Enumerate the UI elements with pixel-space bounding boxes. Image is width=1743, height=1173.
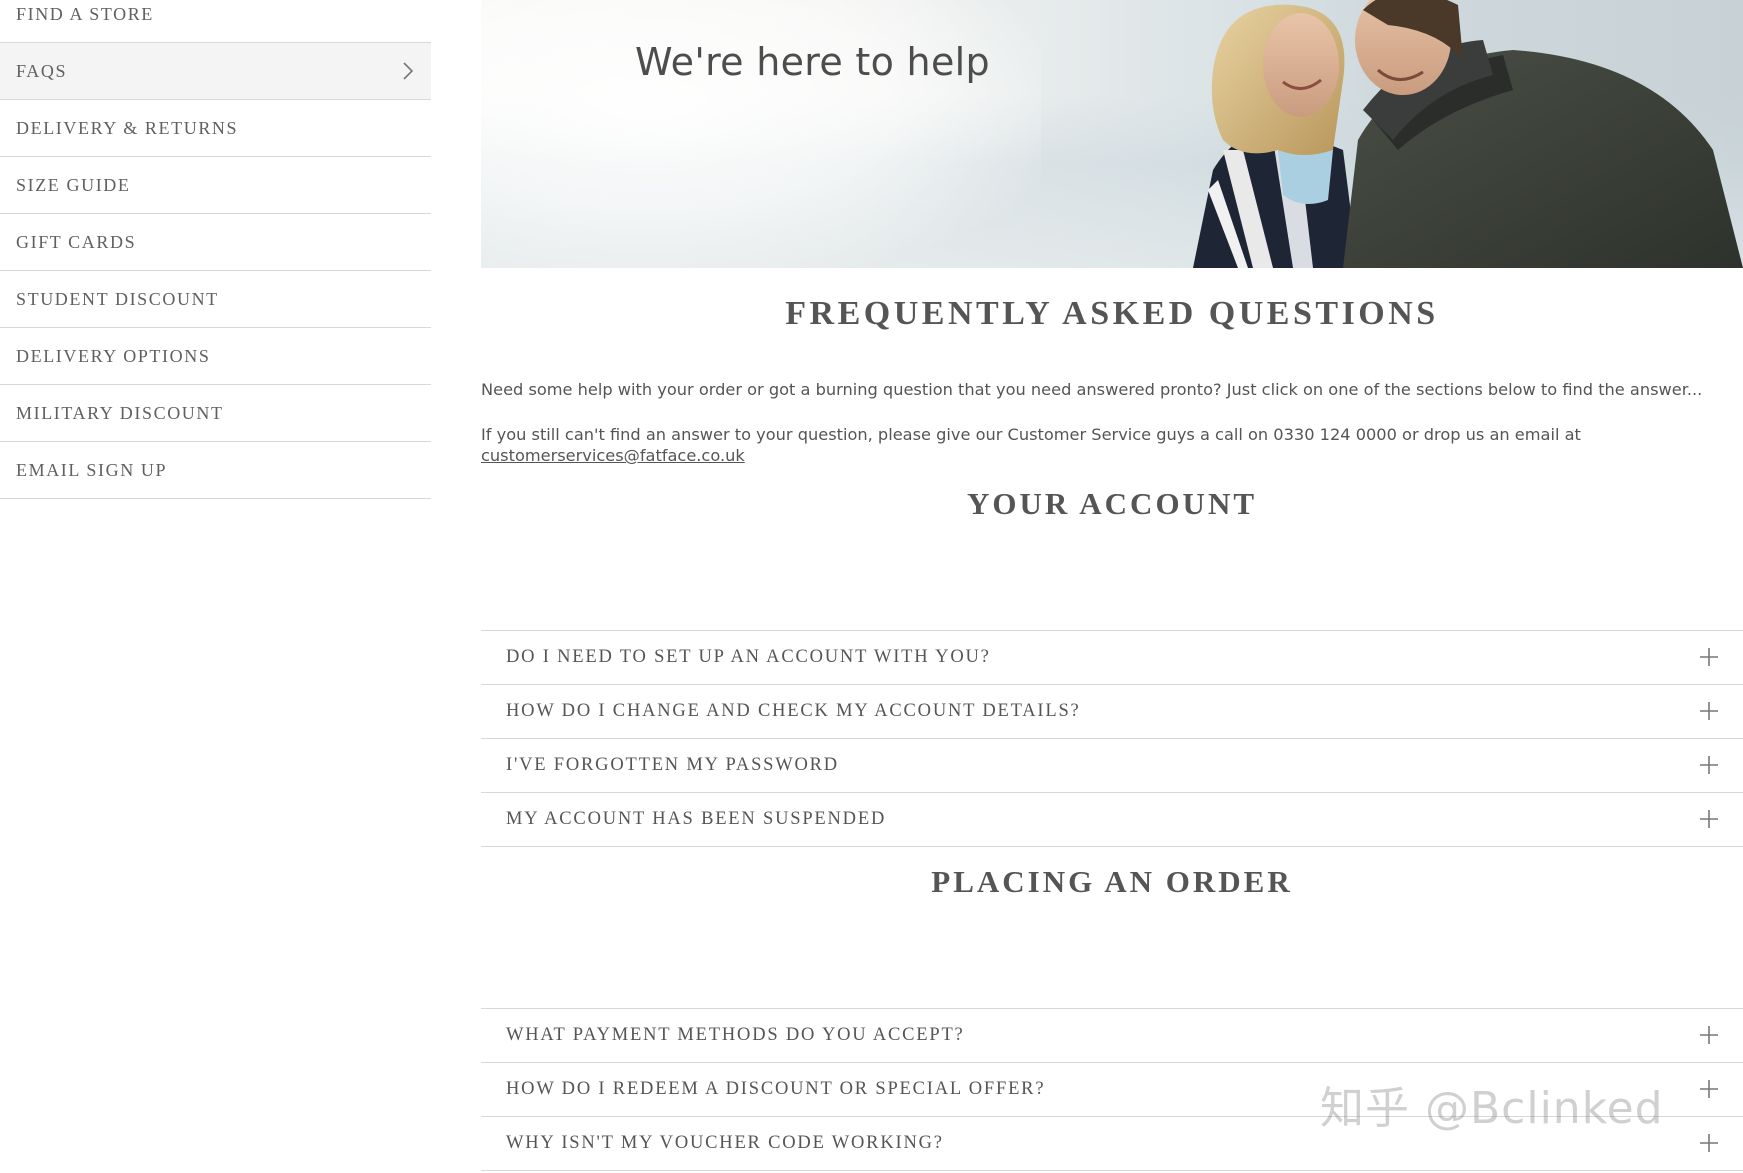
sidebar-item-size-guide[interactable]: SIZE GUIDE (0, 157, 431, 214)
sidebar-item-label: FIND A STORE (16, 4, 154, 24)
hero-title: We're here to help (635, 40, 990, 84)
plus-icon (1700, 647, 1718, 666)
faq-question-label: HOW DO I REDEEM A DISCOUNT OR SPECIAL OF… (506, 1079, 1046, 1099)
faq-intro: Need some help with your order or got a … (481, 379, 1743, 490)
plus-icon (1700, 1133, 1718, 1152)
faq-question-row[interactable]: HOW DO I CHANGE AND CHECK MY ACCOUNT DET… (481, 685, 1743, 739)
page: FIND A STORE FAQS DELIVERY & RETURNS SIZ… (0, 0, 1743, 1173)
faq-question-row[interactable]: WHY ISN'T MY VOUCHER CODE WORKING? (481, 1117, 1743, 1171)
accordion-your-account: DO I NEED TO SET UP AN ACCOUNT WITH YOU?… (481, 630, 1743, 847)
faq-question-row[interactable]: DO I NEED TO SET UP AN ACCOUNT WITH YOU? (481, 631, 1743, 685)
sidebar-item-label: MILITARY DISCOUNT (16, 402, 224, 423)
sidebar-item-label: STUDENT DISCOUNT (16, 288, 219, 309)
sidebar-item-label: SIZE GUIDE (16, 174, 131, 195)
faq-question-label: WHY ISN'T MY VOUCHER CODE WORKING? (506, 1133, 944, 1153)
faq-question-label: I'VE FORGOTTEN MY PASSWORD (506, 755, 839, 775)
sidebar-item-label: FAQS (16, 60, 68, 81)
sidebar-item-label: DELIVERY & RETURNS (16, 117, 239, 138)
accordion-placing-an-order: WHAT PAYMENT METHODS DO YOU ACCEPT? HOW … (481, 1008, 1743, 1171)
section-title-placing-an-order: PLACING AN ORDER (931, 864, 1293, 899)
faq-question-label: WHAT PAYMENT METHODS DO YOU ACCEPT? (506, 1025, 965, 1045)
faq-question-row[interactable]: HOW DO I REDEEM A DISCOUNT OR SPECIAL OF… (481, 1063, 1743, 1117)
section-title-your-account: YOUR ACCOUNT (966, 486, 1258, 521)
sidebar-item-label: DELIVERY OPTIONS (16, 345, 211, 366)
faq-question-row[interactable]: I'VE FORGOTTEN MY PASSWORD (481, 739, 1743, 793)
faq-intro-text: Need some help with your order or got a … (481, 380, 1703, 399)
email-link[interactable]: customerservices@fatface.co.uk (481, 446, 745, 465)
sidebar-item-gift-cards[interactable]: GIFT CARDS (0, 214, 431, 271)
faq-question-label: MY ACCOUNT HAS BEEN SUSPENDED (506, 809, 887, 829)
faq-question-row[interactable]: WHAT PAYMENT METHODS DO YOU ACCEPT? (481, 1009, 1743, 1063)
sidebar-item-email-sign-up[interactable]: EMAIL SIGN UP (0, 442, 431, 499)
sidebar-item-delivery-options[interactable]: DELIVERY OPTIONS (0, 328, 431, 385)
sidebar-item-label: GIFT CARDS (16, 231, 137, 252)
plus-icon (1700, 701, 1718, 720)
sidebar-item-label: EMAIL SIGN UP (16, 459, 168, 480)
faq-question-label: HOW DO I CHANGE AND CHECK MY ACCOUNT DET… (506, 701, 1081, 721)
hero-banner: We're here to help (481, 0, 1743, 268)
faq-heading: FREQUENTLY ASKED QUESTIONS (785, 295, 1439, 332)
plus-icon (1700, 755, 1718, 774)
plus-icon (1700, 809, 1718, 828)
sidebar-item-faqs[interactable]: FAQS (0, 43, 431, 100)
faq-question-row[interactable]: MY ACCOUNT HAS BEEN SUSPENDED (481, 793, 1743, 847)
faq-contact-text: If you still can't find an answer to you… (481, 424, 1743, 466)
sidebar-item-military-discount[interactable]: MILITARY DISCOUNT (0, 385, 431, 442)
sidebar-item-delivery-returns[interactable]: DELIVERY & RETURNS (0, 100, 431, 157)
chevron-right-icon (403, 62, 414, 80)
sidebar-item-student-discount[interactable]: STUDENT DISCOUNT (0, 271, 431, 328)
faq-question-label: DO I NEED TO SET UP AN ACCOUNT WITH YOU? (506, 647, 991, 667)
plus-icon (1700, 1079, 1718, 1098)
sidebar-nav: FIND A STORE FAQS DELIVERY & RETURNS SIZ… (0, 0, 431, 499)
hero-couple-image (1193, 0, 1743, 268)
faq-contact-line: If you still can't find an answer to you… (481, 425, 1581, 444)
sidebar-item-find-a-store[interactable]: FIND A STORE (0, 0, 431, 43)
plus-icon (1700, 1025, 1718, 1044)
